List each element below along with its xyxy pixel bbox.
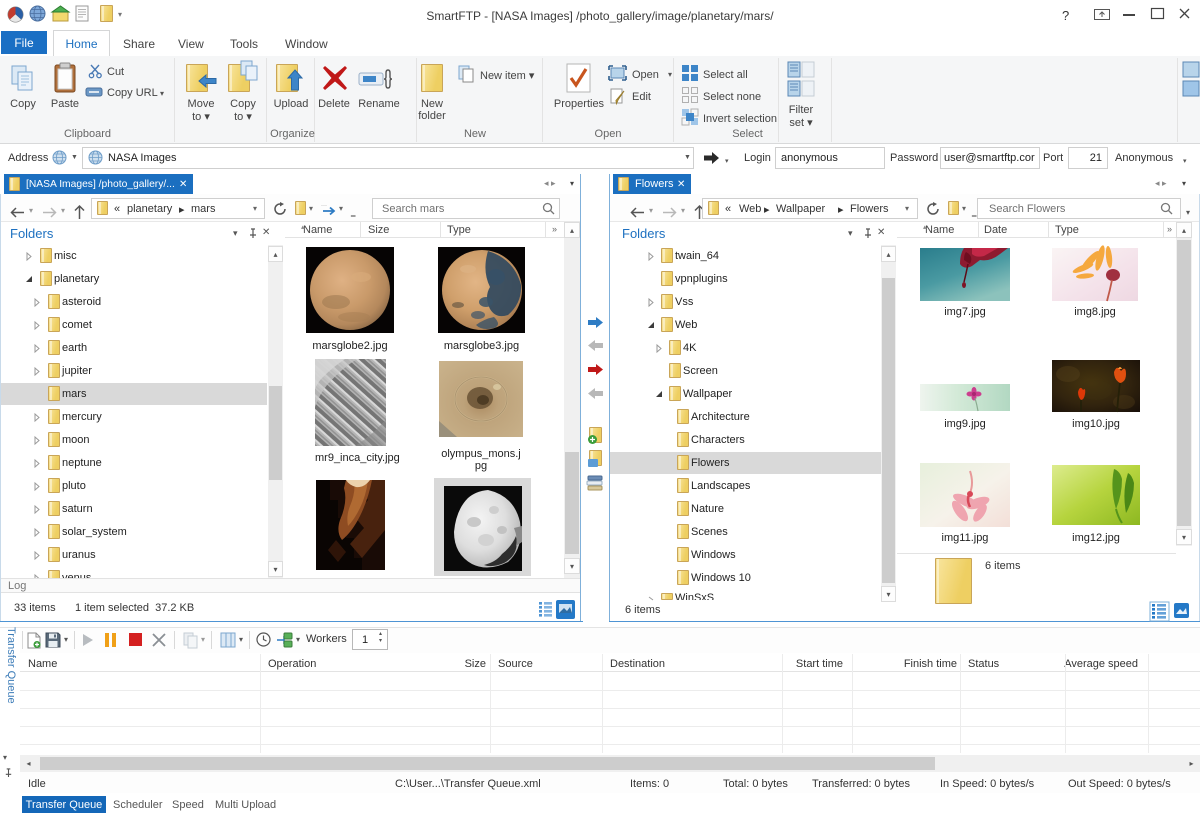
svg-text:···: ···	[321, 203, 327, 209]
